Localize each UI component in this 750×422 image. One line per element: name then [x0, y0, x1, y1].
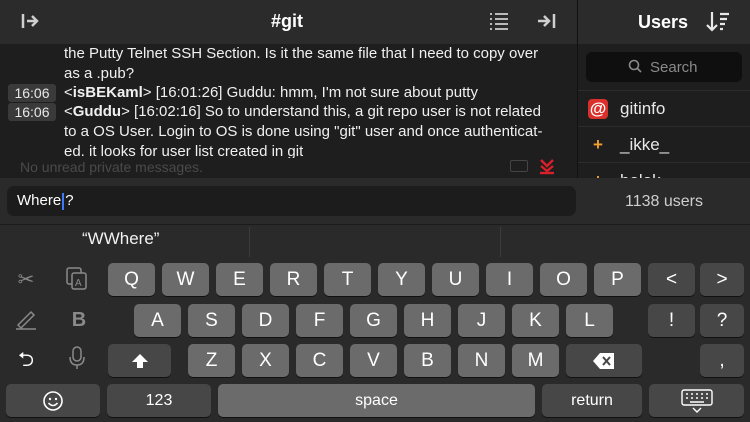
timestamp: 16:06	[8, 103, 56, 121]
user-count: 1138 users	[625, 193, 703, 210]
key-g[interactable]: G	[350, 304, 397, 337]
key-c[interactable]: C	[296, 344, 343, 377]
key-j[interactable]: J	[458, 304, 505, 337]
chat-line: as a .pub?	[64, 65, 135, 82]
microphone-icon[interactable]	[57, 345, 97, 375]
key-v[interactable]: V	[350, 344, 397, 377]
key-cursor-right[interactable]: >	[700, 263, 744, 296]
user-name: gitinfo	[620, 99, 666, 118]
chat-line: the Putty Telnet SSH Section. Is it the …	[64, 45, 539, 62]
key-cursor-left[interactable]: <	[648, 263, 695, 296]
key-w[interactable]: W	[162, 263, 209, 296]
sort-descending-icon[interactable]	[704, 10, 732, 34]
key-question[interactable]: ?	[700, 304, 744, 337]
key-l[interactable]: L	[566, 304, 613, 337]
suggestion-divider	[249, 227, 250, 257]
key-x[interactable]: X	[242, 344, 289, 377]
chat-line: <isBEKaml> [16:01:26] Guddu: hmm, I'm no…	[64, 84, 478, 101]
key-z[interactable]: Z	[188, 344, 235, 377]
users-title: Users	[638, 12, 689, 32]
key-a[interactable]: A	[134, 304, 181, 337]
backspace-key[interactable]	[566, 344, 642, 377]
list-icon[interactable]	[486, 11, 512, 33]
chat-line: <Guddu> [16:02:16] So to understand this…	[64, 103, 541, 120]
channel-title: #git	[271, 11, 304, 31]
numbers-key[interactable]: 123	[107, 384, 211, 417]
key-n[interactable]: N	[458, 344, 505, 377]
key-q[interactable]: Q	[108, 263, 155, 296]
key-y[interactable]: Y	[378, 263, 425, 296]
key-h[interactable]: H	[404, 304, 451, 337]
cut-icon[interactable]: ✂	[6, 265, 46, 295]
paste-icon[interactable]	[6, 305, 46, 335]
copy-icon[interactable]: A	[57, 265, 97, 295]
svg-text:A: A	[75, 278, 82, 289]
key-m[interactable]: M	[512, 344, 559, 377]
key-b[interactable]: B	[404, 344, 451, 377]
user-list-item[interactable]: @ gitinfo	[578, 90, 750, 127]
key-o[interactable]: O	[540, 263, 587, 296]
panel-expand-icon[interactable]	[18, 11, 44, 33]
bold-button[interactable]: B	[59, 305, 99, 335]
search-icon	[628, 59, 642, 73]
panel-collapse-icon[interactable]	[533, 11, 559, 33]
mail-icon[interactable]	[510, 160, 528, 172]
space-key[interactable]: space	[218, 384, 535, 417]
return-key[interactable]: return	[542, 384, 642, 417]
nick: isBEKaml	[72, 84, 143, 101]
undo-icon[interactable]: ⮌	[6, 345, 46, 375]
key-t[interactable]: T	[324, 263, 371, 296]
key-f[interactable]: F	[296, 304, 343, 337]
op-badge: @	[588, 99, 608, 119]
emoji-key[interactable]	[6, 384, 100, 417]
user-list-item[interactable]: + _ikke_	[578, 126, 750, 163]
timestamp: 16:06	[8, 84, 56, 102]
suggestion-divider	[500, 227, 501, 257]
shift-key[interactable]	[108, 344, 171, 377]
key-u[interactable]: U	[432, 263, 479, 296]
key-d[interactable]: D	[242, 304, 289, 337]
key-p[interactable]: P	[594, 263, 641, 296]
search-placeholder: Search	[650, 59, 698, 76]
user-list-item[interactable]: + bolok	[578, 162, 750, 179]
key-exclamation[interactable]: !	[648, 304, 695, 337]
key-k[interactable]: K	[512, 304, 559, 337]
user-name: _ikke_	[620, 135, 670, 154]
key-e[interactable]: E	[216, 263, 263, 296]
unread-status: No unread private messages.	[20, 159, 203, 175]
key-comma[interactable]: ,	[700, 344, 744, 377]
key-r[interactable]: R	[270, 263, 317, 296]
hide-keyboard-key[interactable]	[649, 384, 744, 417]
text-caret	[62, 192, 65, 210]
key-s[interactable]: S	[188, 304, 235, 337]
nick: Guddu	[72, 103, 122, 120]
suggestion-1[interactable]: “WWhere”	[82, 229, 159, 249]
message-input[interactable]: Where?	[7, 186, 576, 216]
chat-line: ed. it looks for user list created in gi…	[64, 143, 304, 158]
scroll-to-bottom-icon[interactable]	[538, 157, 556, 178]
voice-badge: +	[593, 135, 603, 154]
chat-line: to a OS User. Login to OS is done using …	[64, 123, 543, 140]
key-i[interactable]: I	[486, 263, 533, 296]
